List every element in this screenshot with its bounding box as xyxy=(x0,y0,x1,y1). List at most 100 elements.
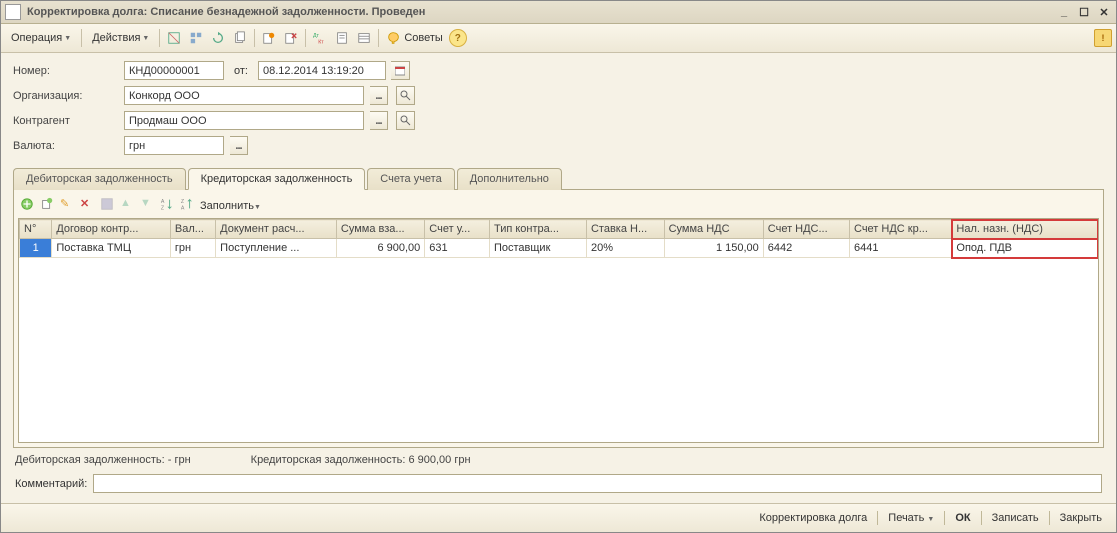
dt-kt-icon[interactable]: ДтКт xyxy=(310,28,330,48)
org-label: Организация: xyxy=(13,90,118,102)
credit-total: Кредиторская задолженность: 6 900,00 грн xyxy=(251,454,471,466)
svg-text:Кт: Кт xyxy=(319,39,325,45)
sort-desc-icon[interactable]: ZA xyxy=(180,197,198,215)
help-icon[interactable]: ? xyxy=(449,29,467,47)
titlebar: Корректировка долга: Списание безнадежно… xyxy=(1,1,1116,24)
currency-ellipsis-button[interactable]: ... xyxy=(230,136,248,155)
advice-button[interactable]: Советы xyxy=(383,29,446,47)
structure-icon[interactable] xyxy=(186,28,206,48)
tab-accounts[interactable]: Счета учета xyxy=(367,168,454,190)
cell-vat: 1 150,00 xyxy=(664,239,763,258)
cell-n: 1 xyxy=(20,239,52,258)
actions-menu[interactable]: Действия▼ xyxy=(86,30,155,46)
add-row-icon[interactable] xyxy=(20,197,38,215)
tab-content: ✎ ✕ ▲ ▼ AZ ZA Заполнить▼ N° xyxy=(13,190,1104,448)
org-ellipsis-button[interactable]: ... xyxy=(370,86,388,105)
close-button[interactable]: Закрыть xyxy=(1056,512,1106,524)
svg-text:A: A xyxy=(161,199,165,205)
table-toolbar: ✎ ✕ ▲ ▼ AZ ZA Заполнить▼ xyxy=(18,194,1099,218)
tabs-bar: Дебиторская задолженность Кредиторская з… xyxy=(13,167,1104,190)
save-row-icon[interactable] xyxy=(100,197,118,215)
col-type[interactable]: Тип контра... xyxy=(489,220,586,239)
edit-row-icon[interactable]: ✎ xyxy=(60,197,78,215)
grid-header-row: N° Договор контр... Вал... Документ расч… xyxy=(20,220,1098,239)
report-icon[interactable] xyxy=(332,28,352,48)
post-and-close-icon[interactable] xyxy=(259,28,279,48)
document-icon xyxy=(5,4,21,20)
bottom-bar: Корректировка долга Печать ▼ ОК Записать… xyxy=(1,503,1116,532)
refresh-icon[interactable] xyxy=(208,28,228,48)
col-currency[interactable]: Вал... xyxy=(170,220,215,239)
debit-total: Дебиторская задолженность: - грн xyxy=(15,454,191,466)
list-icon[interactable] xyxy=(354,28,374,48)
col-acct[interactable]: Счет у... xyxy=(425,220,490,239)
svg-text:Z: Z xyxy=(181,199,185,205)
copy-row-icon[interactable] xyxy=(40,197,58,215)
sort-asc-icon[interactable]: AZ xyxy=(160,197,178,215)
tab-debit[interactable]: Дебиторская задолженность xyxy=(13,168,186,190)
cell-type: Поставщик xyxy=(489,239,586,258)
col-vatacct1[interactable]: Счет НДС... xyxy=(763,220,849,239)
counterparty-ellipsis-button[interactable]: ... xyxy=(370,111,388,130)
date-input[interactable]: 08.12.2014 13:19:20 xyxy=(258,61,386,80)
docname-link[interactable]: Корректировка долга xyxy=(755,512,871,524)
unpost-icon[interactable] xyxy=(281,28,301,48)
copy-icon[interactable] xyxy=(230,28,250,48)
counterparty-label: Контрагент xyxy=(13,115,118,127)
col-rate[interactable]: Ставка Н... xyxy=(586,220,664,239)
currency-input[interactable]: грн xyxy=(124,136,224,155)
counterparty-input[interactable]: Продмаш ООО xyxy=(124,111,364,130)
currency-label: Валюта: xyxy=(13,140,118,152)
ok-button[interactable]: ОК xyxy=(951,512,974,524)
svg-text:A: A xyxy=(181,205,185,211)
svg-text:Дт: Дт xyxy=(313,33,320,39)
counterparty-search-button[interactable] xyxy=(396,111,415,130)
calendar-icon[interactable] xyxy=(391,61,410,80)
grid-wrapper: N° Договор контр... Вал... Документ расч… xyxy=(18,218,1099,443)
totals-row: Дебиторская задолженность: - грн Кредито… xyxy=(13,448,1104,472)
fill-menu[interactable]: Заполнить▼ xyxy=(200,200,261,212)
minimize-button[interactable]: _ xyxy=(1056,5,1072,19)
maximize-button[interactable]: ☐ xyxy=(1076,5,1092,19)
number-label: Номер: xyxy=(13,65,118,77)
cell-vatacct1: 6442 xyxy=(763,239,849,258)
table-row[interactable]: 1 Поставка ТМЦ грн Поступление ... 6 900… xyxy=(20,239,1098,258)
move-up-icon[interactable]: ▲ xyxy=(120,197,138,215)
post-icon[interactable] xyxy=(164,28,184,48)
delete-row-icon[interactable]: ✕ xyxy=(80,197,98,215)
cell-contract: Поставка ТМЦ xyxy=(52,239,171,258)
cell-doc: Поступление ... xyxy=(216,239,337,258)
cell-vatacct2: 6441 xyxy=(850,239,952,258)
col-n[interactable]: N° xyxy=(20,220,52,239)
form-body: Номер: КНД00000001 от: 08.12.2014 13:19:… xyxy=(1,53,1116,503)
print-button[interactable]: Печать ▼ xyxy=(884,512,938,524)
tab-additional[interactable]: Дополнительно xyxy=(457,168,562,190)
cell-sum: 6 900,00 xyxy=(336,239,424,258)
cell-rate: 20% xyxy=(586,239,664,258)
comment-input[interactable] xyxy=(93,474,1102,493)
col-doc[interactable]: Документ расч... xyxy=(216,220,337,239)
main-toolbar: Операция▼ Действия▼ ДтКт Советы ? ! xyxy=(1,24,1116,53)
close-window-button[interactable]: ✕ xyxy=(1096,5,1112,19)
grid: N° Договор контр... Вал... Документ расч… xyxy=(19,219,1098,258)
warning-icon[interactable]: ! xyxy=(1094,29,1112,47)
col-sum[interactable]: Сумма вза... xyxy=(336,220,424,239)
col-contract[interactable]: Договор контр... xyxy=(52,220,171,239)
comment-label: Комментарий: xyxy=(15,478,87,490)
col-vatacct2[interactable]: Счет НДС кр... xyxy=(850,220,952,239)
window-title: Корректировка долга: Списание безнадежно… xyxy=(27,6,1050,18)
number-input[interactable]: КНД00000001 xyxy=(124,61,224,80)
cell-currency: грн xyxy=(170,239,215,258)
save-button[interactable]: Записать xyxy=(988,512,1043,524)
move-down-icon[interactable]: ▼ xyxy=(140,197,158,215)
from-label: от: xyxy=(234,65,248,77)
col-vat[interactable]: Сумма НДС xyxy=(664,220,763,239)
org-input[interactable]: Конкорд ООО xyxy=(124,86,364,105)
tab-credit[interactable]: Кредиторская задолженность xyxy=(188,168,366,190)
window: Корректировка долга: Списание безнадежно… xyxy=(0,0,1117,533)
operation-menu[interactable]: Операция▼ xyxy=(5,30,77,46)
svg-text:Z: Z xyxy=(161,205,165,211)
cell-taxdest: Опод. ПДВ xyxy=(952,239,1098,258)
org-search-button[interactable] xyxy=(396,86,415,105)
col-taxdest[interactable]: Нал. назн. (НДС) xyxy=(952,220,1098,239)
